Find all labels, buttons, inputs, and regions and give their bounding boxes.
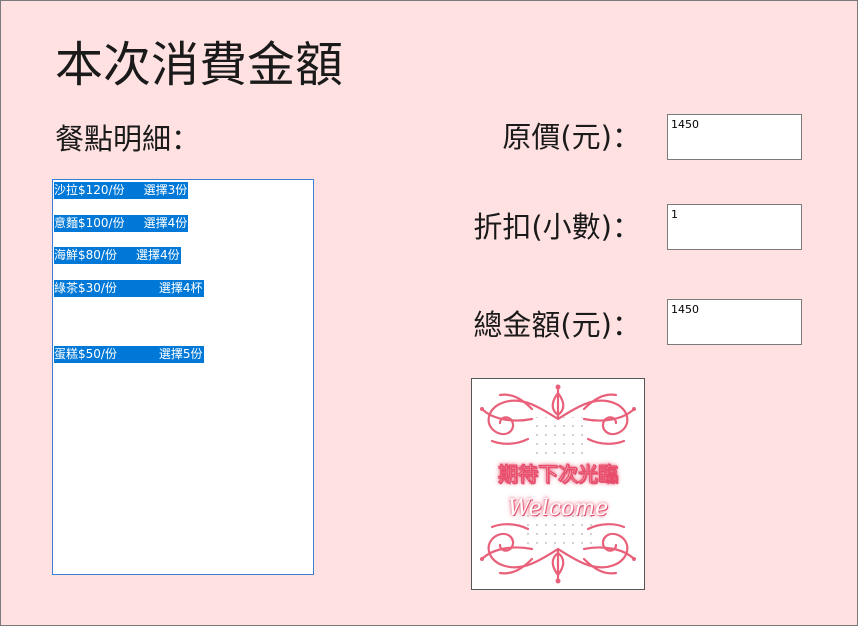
original-price-label: 原價(元)： xyxy=(502,120,641,154)
list-item-green-tea[interactable]: 綠茶$30/份 選擇4杯 xyxy=(54,280,204,297)
list-item-cake[interactable]: 蛋糕$50/份 選擇5份 xyxy=(54,346,204,363)
form-window: 本次消費金額 餐點明細： 沙拉$120/份 選擇3份 意麵$100/份 選擇4份… xyxy=(0,0,858,626)
list-item-seafood[interactable]: 海鮮$80/份 選擇4份 xyxy=(54,247,181,264)
order-listbox[interactable]: 沙拉$120/份 選擇3份 意麵$100/份 選擇4份 海鮮$80/份 選擇4份… xyxy=(52,179,314,575)
welcome-picture: 期待下次光臨 Welcome xyxy=(471,378,645,590)
original-price-field[interactable]: 1450 xyxy=(667,114,802,160)
total-field[interactable]: 1450 xyxy=(667,299,802,345)
discount-label: 折扣(小數)： xyxy=(473,210,641,244)
list-item-pasta[interactable]: 意麵$100/份 選擇4份 xyxy=(54,215,189,232)
discount-field[interactable]: 1 xyxy=(667,204,802,250)
welcome-chinese-text: 期待下次光臨 xyxy=(498,462,619,487)
order-detail-label: 餐點明細： xyxy=(55,122,201,156)
form-title: 本次消費金額 xyxy=(55,37,344,93)
welcome-english-text: Welcome xyxy=(507,496,609,521)
total-label: 總金額(元)： xyxy=(473,308,641,342)
list-item-salad[interactable]: 沙拉$120/份 選擇3份 xyxy=(54,182,189,199)
